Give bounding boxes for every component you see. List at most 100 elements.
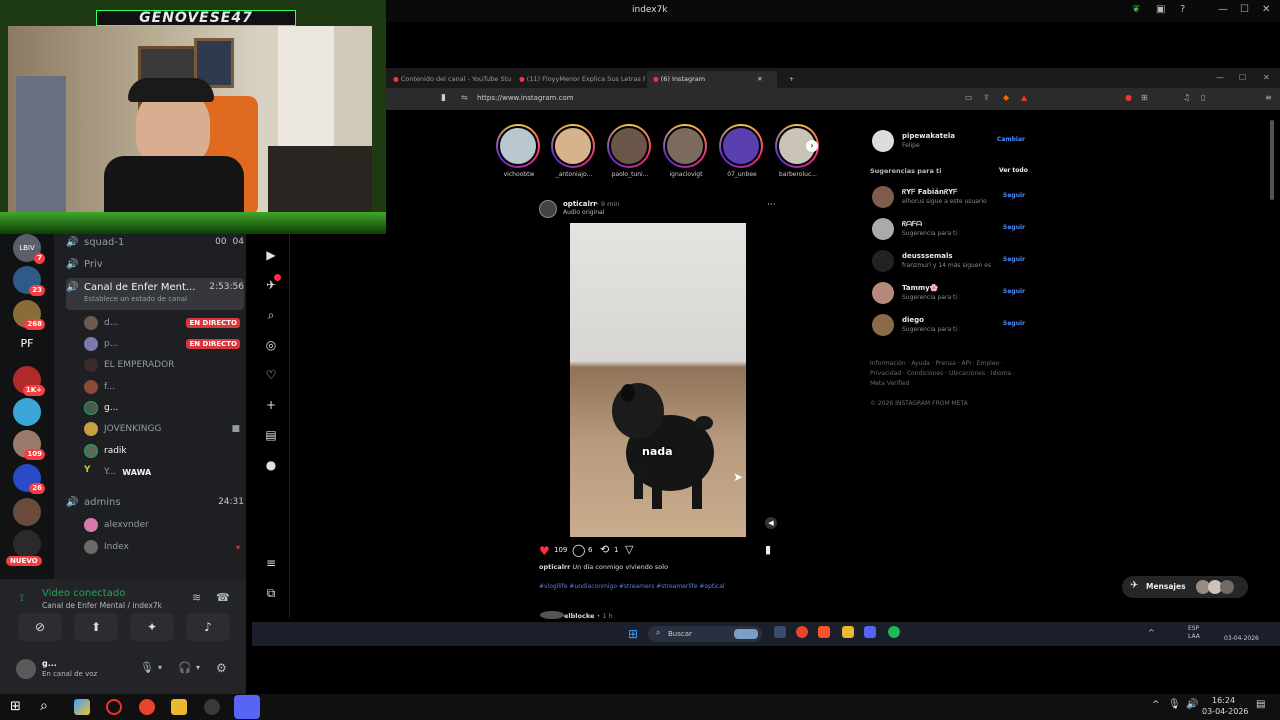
profile-avatar[interactable] [872,130,894,152]
voice-user[interactable]: alexvnder [84,515,240,535]
sidebar-icon[interactable]: ▯ [1201,93,1205,102]
server-icon[interactable] [13,498,41,526]
server-icon[interactable]: 268 [13,300,45,330]
server-icon[interactable]: PF [13,330,41,358]
suggestion-avatar[interactable] [872,314,894,336]
bookmark-icon[interactable]: ▮ [441,93,446,103]
follow-button[interactable]: Seguir [1003,224,1025,231]
leaf-icon[interactable]: ❦ [1132,4,1140,15]
brave-shield-icon[interactable]: ◆ [1003,93,1009,102]
server-icon[interactable]: 26 [13,464,45,494]
copilot-icon[interactable] [74,699,90,715]
server-icon[interactable] [13,530,41,558]
create-icon[interactable]: + [264,398,278,412]
clock-date[interactable]: 03-04-2026 [1202,707,1249,716]
tab-instagram[interactable]: ● (6) Instagram ✕ [647,71,777,88]
footer-links[interactable]: Meta Verified [870,380,910,387]
language-indicator[interactable]: ESP [1188,625,1199,632]
more-menu-icon[interactable]: ≡ [264,556,278,570]
server-icon[interactable]: 109 [13,430,45,460]
maximize-button[interactable]: ☐ [1239,73,1246,82]
like-heart-icon[interactable]: ♥ [539,544,550,558]
server-icon[interactable]: LBIV 7 [13,234,45,264]
search-icon[interactable]: ⌕ [264,308,278,322]
chrome-icon[interactable] [139,699,155,715]
obs-icon[interactable] [204,699,220,715]
screen-icon[interactable]: ▣ [1156,4,1165,15]
spotify-icon[interactable] [888,626,900,638]
stories-next-icon[interactable]: › [806,140,818,152]
explore-icon[interactable]: ◎ [264,338,278,352]
post-author-avatar[interactable] [539,200,557,218]
screen-share-button[interactable]: ⬆ [74,613,118,641]
voice-user[interactable]: f... [84,377,240,397]
windows-start-icon[interactable]: ⊞ [10,699,21,714]
repost-icon[interactable]: ⟲ [600,543,609,556]
channel-active[interactable]: 🔊 Canal de Enfer Ment... Establece un es… [66,278,244,310]
server-icon[interactable] [13,398,41,426]
post-hashtags[interactable]: #vlogllife #undiaconmigo #streamers #str… [539,583,725,590]
channel-priv[interactable]: 🔊 Priv [66,254,244,274]
suggestion-name[interactable]: ᖇᗩᖴᗩ [902,220,922,229]
voice-user[interactable]: p... EN DIRECTO [84,334,240,354]
heart-icon[interactable]: ♡ [264,368,278,382]
save-post-icon[interactable]: ▮ [765,543,771,556]
messages-button[interactable]: ✈ Mensajes [1122,576,1248,598]
next-post-avatar[interactable] [540,611,564,619]
search-icon[interactable]: ⌕ [40,698,48,714]
voice-user[interactable]: EL EMPERADOR [84,355,240,375]
tab-youtube-studio[interactable]: ● Contenido del canal - YouTube Studi [387,71,511,88]
story-item[interactable]: ignaciovigt [663,124,709,178]
comment-icon[interactable]: ◯ [572,543,585,557]
menu-icon[interactable]: ≡ [1265,93,1272,102]
server-icon[interactable]: 1K+ [13,366,45,396]
voice-user[interactable]: Y Y... WAWA [84,462,240,482]
maximize-button[interactable]: ☐ [1240,4,1249,15]
post-author[interactable]: opticalrr [563,200,597,208]
next-post-author[interactable]: elblocke [564,612,594,620]
opera-icon[interactable] [106,699,122,715]
taskbar-search[interactable]: ⌕ Buscar [648,626,762,642]
windows-start-icon[interactable]: ⊞ [628,627,638,641]
discord-icon[interactable] [864,626,876,638]
voice-user[interactable]: d... EN DIRECTO [84,313,240,333]
user-avatar[interactable] [16,659,36,679]
record-icon[interactable]: ● [1125,93,1132,102]
close-button[interactable]: ✕ [1262,4,1270,15]
mute-icon[interactable]: ◀ [765,517,777,529]
dashboard-icon[interactable]: ▤ [264,428,278,442]
post-options-icon[interactable]: ··· [767,200,776,210]
help-icon[interactable]: ? [1180,4,1185,15]
server-icon[interactable]: 23 [13,266,45,296]
caption-user[interactable]: opticalrr [539,563,570,571]
suggestion-name[interactable]: Tammy🌸 [902,284,938,292]
footer-links[interactable]: Privacidad · Condiciones · Ubicaciones ·… [870,370,1015,377]
reels-icon[interactable]: ▶ [264,248,278,262]
switch-account-button[interactable]: Cambiar [997,136,1025,143]
noise-suppression-icon[interactable]: ≋ [192,591,201,604]
url-field[interactable]: https://www.instagram.com [477,94,574,102]
footer-links[interactable]: Información · Ayuda · Prensa · API · Emp… [870,360,1003,367]
tray-chevron-icon[interactable]: ^ [1148,628,1155,637]
voice-user[interactable]: JOVENKINGG ■ [84,419,240,439]
chrome-icon[interactable] [796,626,808,638]
notifications-icon[interactable]: ▤ [1256,699,1265,710]
file-explorer-icon[interactable] [171,699,187,715]
profile-username[interactable]: pipewakatela [902,132,955,140]
chevron-down-icon[interactable]: ▾ [236,543,240,552]
tab-youtube-video[interactable]: ● (11) FloyyMenor Explica Sus Letras F [513,71,645,88]
story-item[interactable]: _antoniajo... [551,124,597,178]
voice-user[interactable]: Index ▾ [84,537,240,557]
follow-button[interactable]: Seguir [1003,256,1025,263]
suggestion-avatar[interactable] [872,186,894,208]
soundboard-button[interactable]: ♪ [186,613,230,641]
meta-apps-icon[interactable]: ⧉ [264,586,278,600]
close-button[interactable]: ✕ [1263,73,1270,82]
see-all-link[interactable]: Ver todo [999,167,1028,174]
tab-close-icon[interactable]: ✕ [757,75,762,83]
suggestion-avatar[interactable] [872,218,894,240]
share-icon[interactable]: ⇪ [983,93,990,102]
follow-button[interactable]: Seguir [1003,320,1025,327]
share-post-icon[interactable]: ▽ [625,543,633,556]
voice-status[interactable]: Video conectado [42,588,125,599]
